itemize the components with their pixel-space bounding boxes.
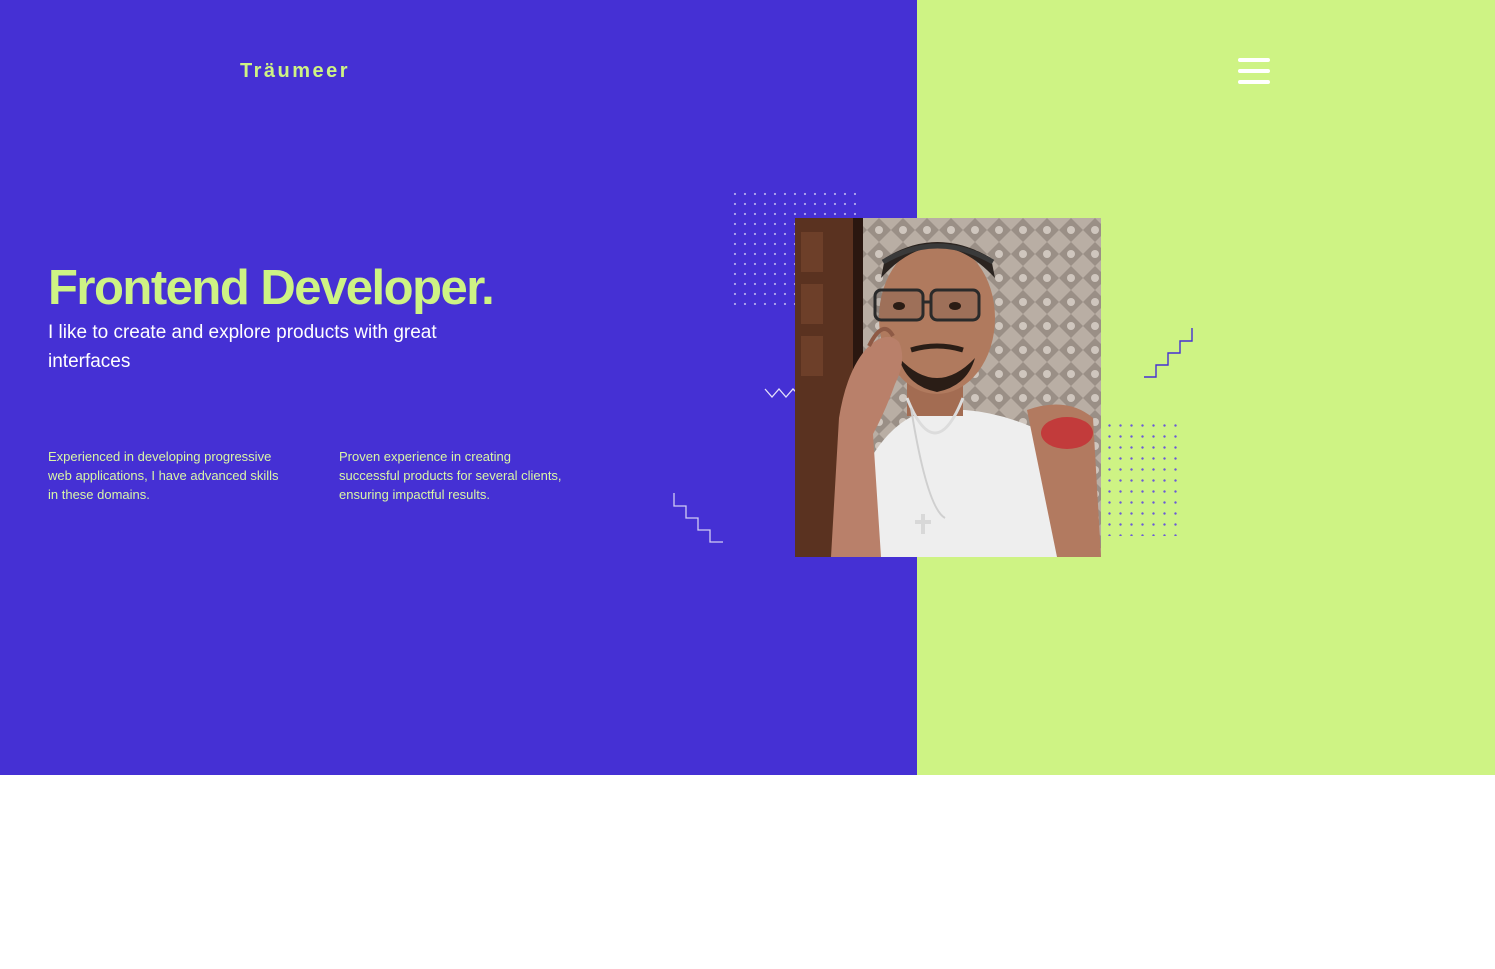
hamburger-menu-icon [1238, 80, 1270, 84]
dot-grid-pattern [1104, 420, 1178, 536]
menu-button[interactable] [1236, 56, 1272, 88]
zigzag-line-icon [764, 388, 798, 398]
hero-title: Frontend Developer. [48, 261, 495, 315]
hamburger-menu-icon [1238, 69, 1270, 73]
feature-text-pwa: Experienced in developing progressive we… [48, 449, 279, 502]
staircase-line-icon [673, 493, 723, 543]
feature-text-products: Proven experience in creating successful… [339, 449, 562, 502]
staircase-line-icon [1144, 328, 1193, 378]
brand-logo[interactable]: Träumeer [240, 60, 350, 83]
hamburger-menu-icon [1238, 58, 1270, 62]
profile-photo [795, 218, 1101, 557]
hero-subtitle: I like to create and explore products wi… [48, 322, 437, 372]
